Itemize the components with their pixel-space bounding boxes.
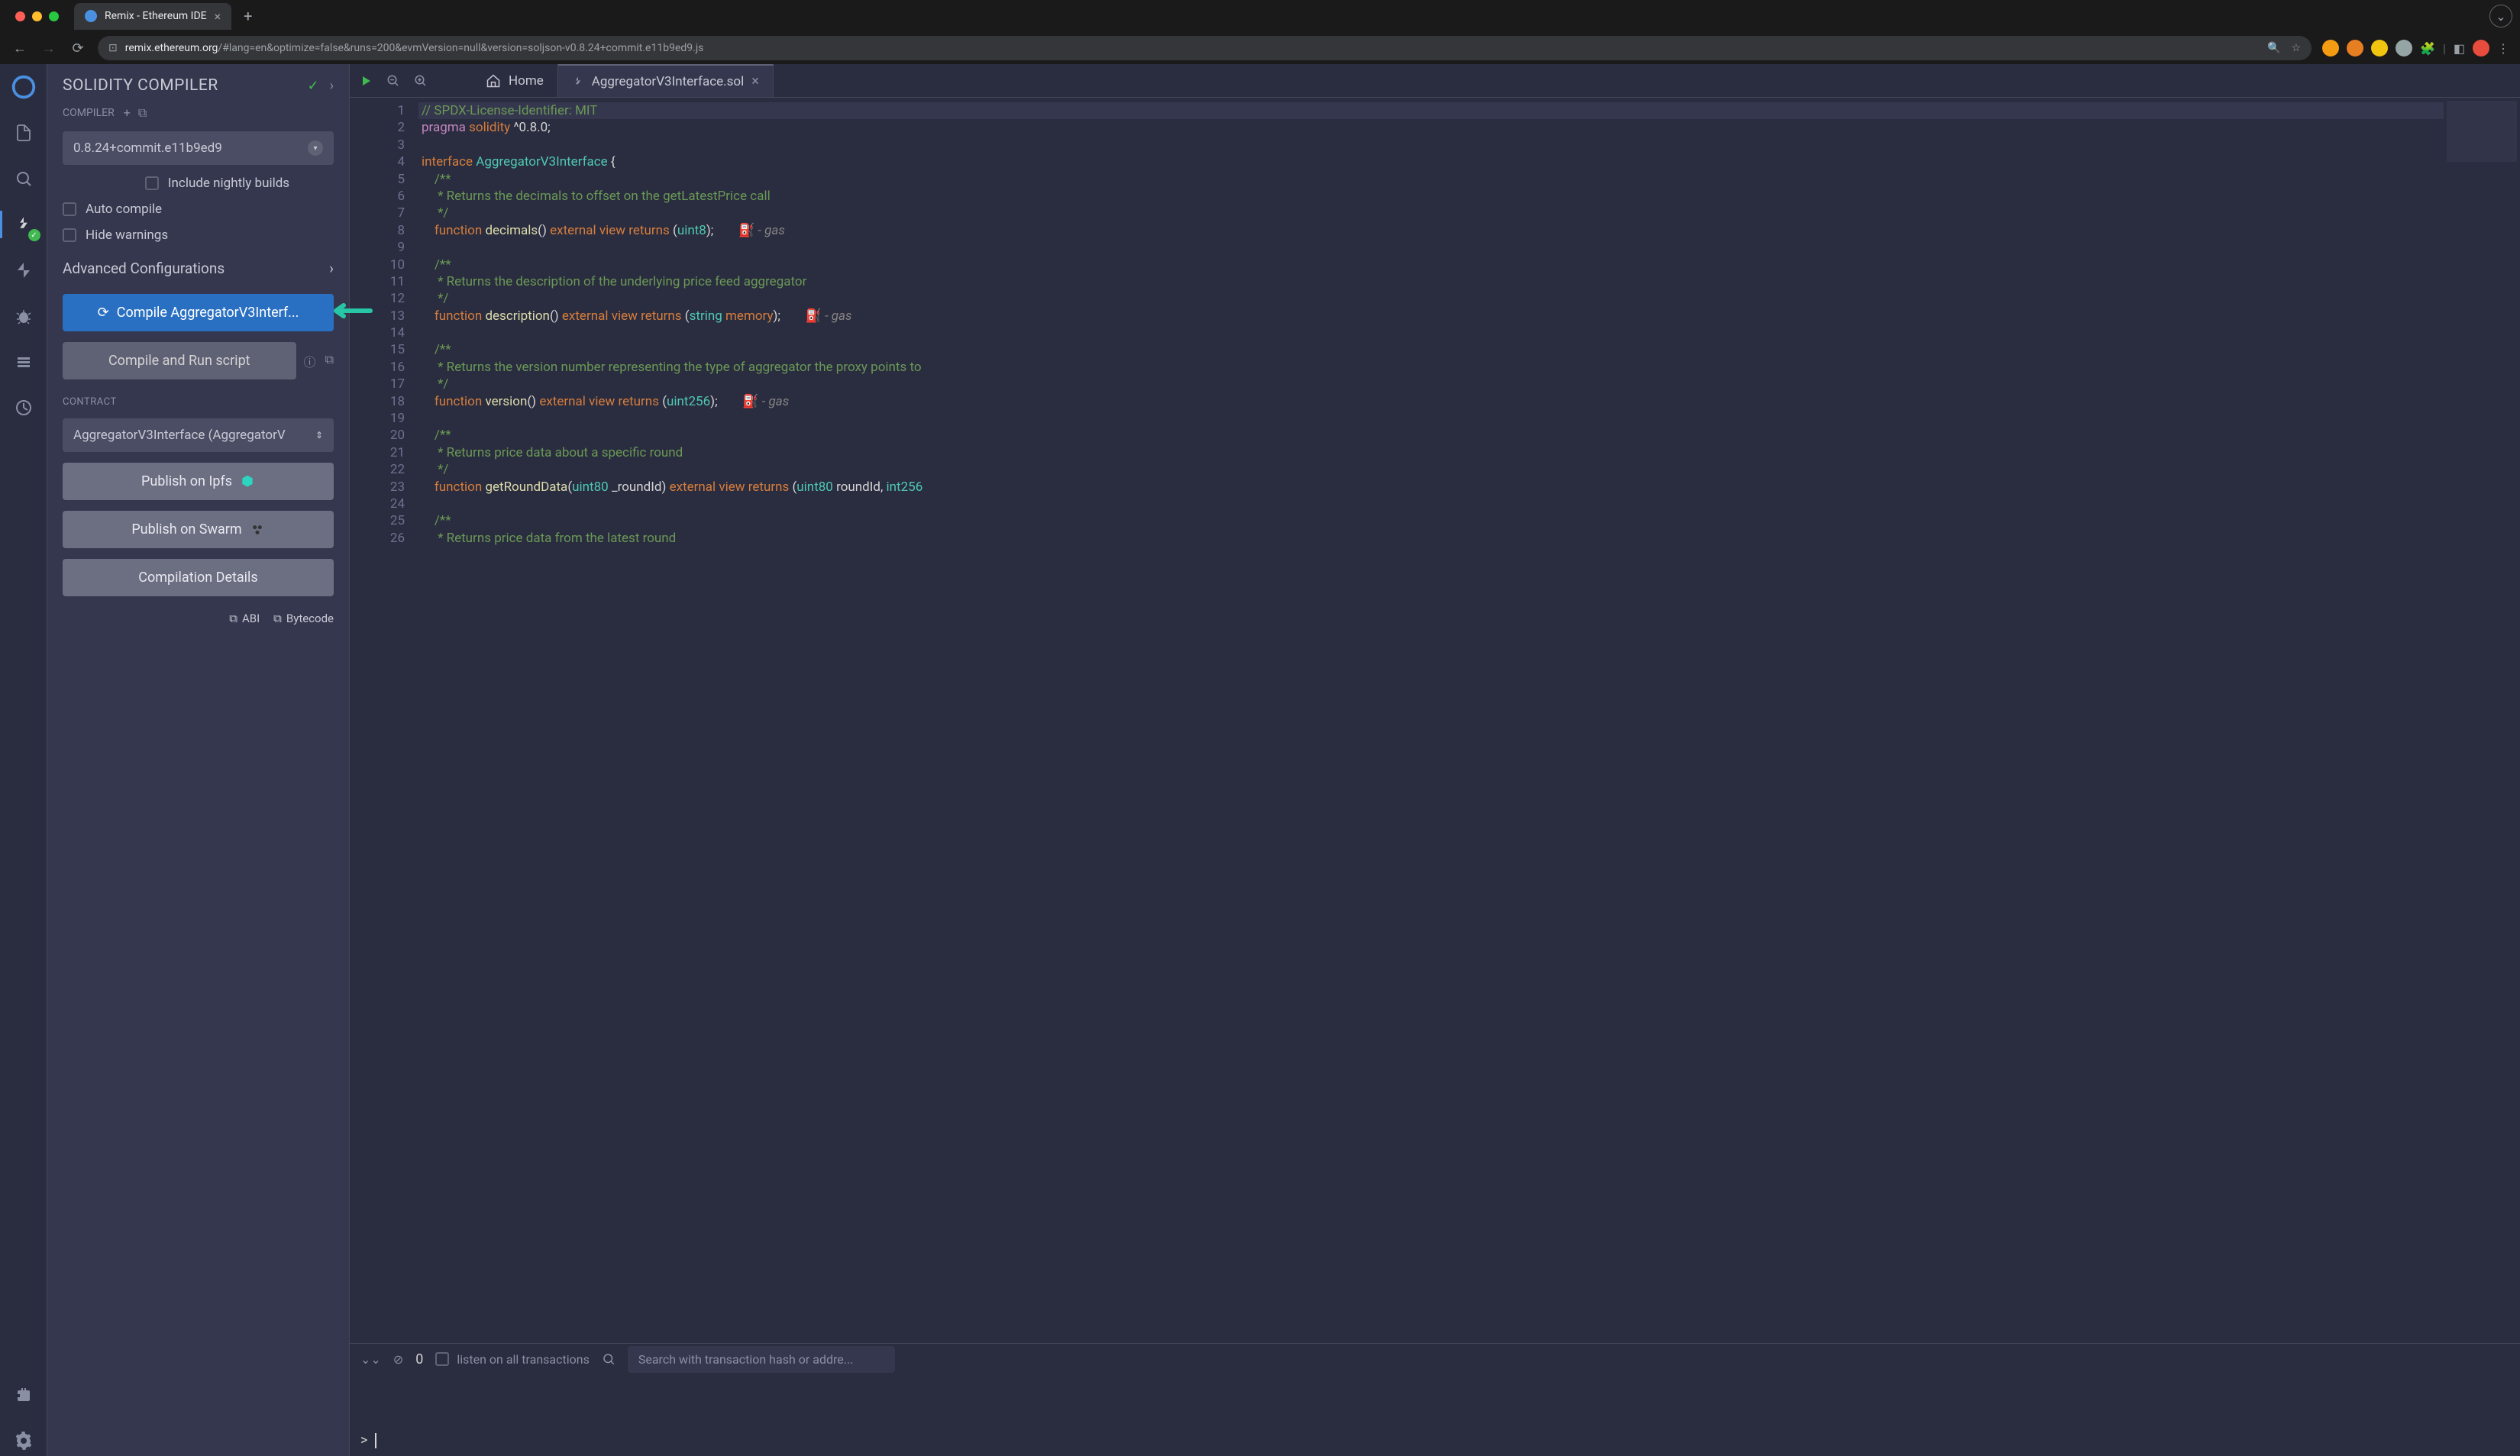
listen-checkbox[interactable] — [435, 1352, 449, 1366]
compile-success-badge: ✓ — [28, 229, 40, 241]
minimap[interactable] — [2444, 98, 2520, 1343]
tab-home[interactable]: Home — [472, 64, 558, 97]
terminal-clear-icon[interactable]: ⊘ — [393, 1352, 403, 1367]
hidewarnings-checkbox-row[interactable]: Hide warnings — [63, 228, 334, 243]
contract-select[interactable]: AggregatorV3Interface (AggregatorV ⇕ — [63, 418, 334, 452]
remix-logo[interactable] — [8, 72, 39, 102]
plugin-icon[interactable] — [8, 1380, 39, 1410]
file-explorer-icon[interactable] — [8, 118, 39, 148]
arrow-annotation — [328, 299, 374, 322]
publish-ipfs-button[interactable]: Publish on Ipfs — [63, 463, 334, 500]
link-compiler-icon[interactable]: ⧉ — [138, 105, 147, 121]
reload-button[interactable]: ⟳ — [69, 40, 87, 56]
solidity-file-icon — [572, 76, 584, 88]
play-icon[interactable] — [360, 75, 373, 87]
terminal-search-input[interactable]: Search with transaction hash or addre... — [628, 1346, 895, 1373]
compiler-version-select[interactable]: 0.8.24+commit.e11b9ed9 ▾ — [63, 131, 334, 165]
close-window[interactable] — [15, 11, 25, 21]
window-controls — [15, 11, 59, 21]
zoom-in-icon[interactable] — [414, 74, 428, 88]
line-gutter: 1234567891011121314151617181920212223242… — [350, 98, 418, 1343]
minimize-window[interactable] — [32, 11, 42, 21]
terminal-search-icon[interactable] — [602, 1352, 615, 1366]
ext-icon-2[interactable] — [2347, 40, 2363, 56]
remix-favicon — [85, 10, 97, 22]
info-icon[interactable]: ⓘ — [304, 352, 316, 370]
chevron-right-icon: › — [329, 260, 334, 277]
nightly-checkbox[interactable] — [145, 176, 159, 190]
settings-icon[interactable] — [8, 1425, 39, 1456]
panel-title: SOLIDITY COMPILER — [63, 76, 218, 95]
zoom-icon[interactable]: 🔍 — [2267, 42, 2280, 54]
code-editor[interactable]: 1234567891011121314151617181920212223242… — [350, 98, 2520, 1343]
profile-icon[interactable] — [2473, 40, 2489, 56]
copy-abi-button[interactable]: ⧉ ABI — [229, 612, 260, 625]
compilation-details-button[interactable]: Compilation Details — [63, 559, 334, 596]
debugger-icon[interactable] — [8, 301, 39, 331]
star-icon[interactable]: ☆ — [2291, 42, 2301, 54]
contract-label: CONTRACT — [63, 396, 334, 408]
address-bar[interactable]: ⊡ remix.ethereum.org/#lang=en&optimize=f… — [98, 36, 2312, 60]
ext-icon-4[interactable] — [2396, 40, 2412, 56]
back-button[interactable]: ← — [11, 40, 29, 56]
swarm-icon — [250, 522, 265, 538]
browser-tab-strip: Remix - Ethereum IDE × + ⌄ — [0, 0, 2520, 32]
terminal-panel: ⌄⌄ ⊘ 0 listen on all transactions Search… — [350, 1343, 2520, 1456]
cursor — [375, 1433, 376, 1448]
editor-toolbar: Home AggregatorV3Interface.sol × — [350, 64, 2520, 98]
sidepanel-icon[interactable]: ◧ — [2454, 41, 2465, 56]
compile-check-icon: ✓ — [308, 78, 319, 94]
compiler-panel: SOLIDITY COMPILER ✓ › COMPILER + ⧉ 0.8.2… — [47, 64, 350, 1456]
browser-tab[interactable]: Remix - Ethereum IDE × — [74, 3, 231, 30]
forward-button[interactable]: → — [40, 40, 58, 56]
close-tab-icon[interactable]: × — [751, 73, 759, 89]
terminal-pending-count: 0 — [415, 1351, 423, 1367]
site-info-icon[interactable]: ⊡ — [108, 42, 118, 54]
analysis-icon[interactable] — [8, 392, 39, 423]
zoom-out-icon[interactable] — [386, 74, 400, 88]
advanced-config-toggle[interactable]: Advanced Configurations › — [63, 253, 334, 283]
solidity-compiler-icon[interactable]: ✓ — [8, 209, 39, 240]
chrome-dropdown[interactable]: ⌄ — [2489, 5, 2512, 27]
copy-icon: ⧉ — [229, 612, 237, 625]
deploy-icon[interactable] — [8, 255, 39, 286]
chrome-menu-icon[interactable]: ⋮ — [2497, 41, 2509, 56]
tab-title: Remix - Ethereum IDE — [105, 10, 207, 22]
compile-button[interactable]: ⟳ Compile AggregatorV3Interf... — [63, 294, 334, 331]
listen-checkbox-row[interactable]: listen on all transactions — [435, 1352, 590, 1367]
chevron-down-icon: ▾ — [308, 140, 323, 156]
panel-collapse-icon[interactable]: › — [330, 78, 334, 94]
copy-icon[interactable]: ⧉ — [325, 352, 334, 370]
home-icon — [486, 73, 501, 89]
new-tab-button[interactable]: + — [237, 4, 258, 28]
select-icon: ⇕ — [315, 430, 323, 441]
autocompile-checkbox-row[interactable]: Auto compile — [63, 202, 334, 217]
extensions-icon[interactable]: 🧩 — [2420, 41, 2435, 56]
compiler-label: COMPILER — [63, 107, 115, 119]
ipfs-icon — [240, 474, 255, 489]
autocompile-checkbox[interactable] — [63, 202, 76, 216]
refresh-icon: ⟳ — [98, 305, 109, 321]
ext-icon-1[interactable] — [2322, 40, 2339, 56]
extensions: 🧩 | ◧ ⋮ — [2322, 40, 2509, 56]
search-icon[interactable] — [8, 163, 39, 194]
add-compiler-icon[interactable]: + — [124, 105, 131, 121]
close-tab-icon[interactable]: × — [215, 9, 221, 24]
url-text: remix.ethereum.org/#lang=en&optimize=fal… — [125, 42, 704, 54]
code-content[interactable]: // SPDX-License-Identifier: MITpragma so… — [418, 98, 2444, 1343]
copy-icon: ⧉ — [273, 612, 282, 625]
hidewarnings-checkbox[interactable] — [63, 228, 76, 242]
tab-file[interactable]: AggregatorV3Interface.sol × — [558, 64, 774, 97]
compile-run-script-button[interactable]: Compile and Run script — [63, 342, 296, 379]
ext-icon-3[interactable] — [2371, 40, 2388, 56]
maximize-window[interactable] — [49, 11, 59, 21]
icon-sidebar: ✓ — [0, 64, 47, 1456]
library-icon[interactable] — [8, 347, 39, 377]
copy-bytecode-button[interactable]: ⧉ Bytecode — [273, 612, 334, 625]
terminal-collapse-icon[interactable]: ⌄⌄ — [360, 1352, 381, 1367]
nightly-checkbox-row[interactable]: Include nightly builds — [63, 176, 334, 191]
terminal-prompt[interactable]: > — [350, 1425, 2520, 1456]
publish-swarm-button[interactable]: Publish on Swarm — [63, 511, 334, 548]
